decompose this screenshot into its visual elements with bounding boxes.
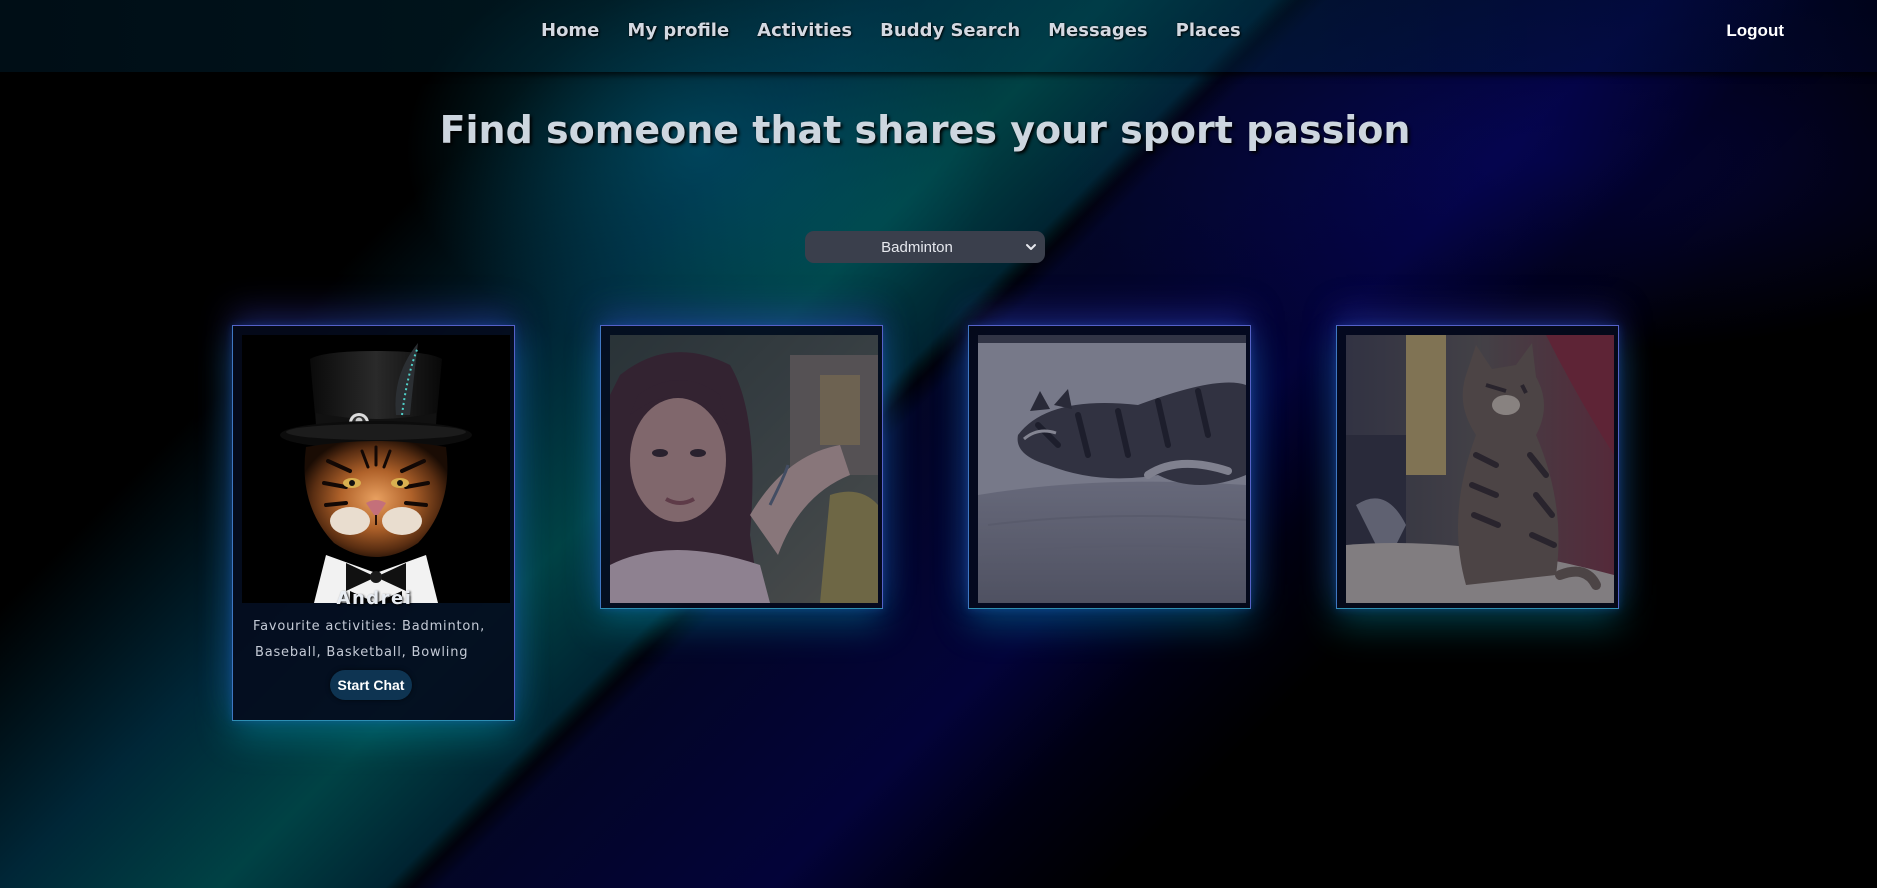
sleeping-cat-image — [978, 335, 1246, 603]
top-navigation-bar: Home My profile Activities Buddy Search … — [0, 0, 1877, 72]
buddy-photo — [610, 335, 878, 603]
sitting-cat-image — [1346, 335, 1614, 603]
buddy-photo — [1346, 335, 1614, 603]
sport-select[interactable]: Badminton — [805, 231, 1045, 263]
page-title: Find someone that shares your sport pass… — [439, 108, 1411, 152]
buddy-card[interactable] — [968, 325, 1251, 609]
buddy-favourite-activities: Favourite activities: Badminton, Basebal… — [253, 619, 486, 660]
nav-messages[interactable]: Messages — [1034, 16, 1162, 45]
nav-places[interactable]: Places — [1162, 16, 1255, 45]
buddy-card[interactable] — [1336, 325, 1619, 609]
buddy-photo — [978, 335, 1246, 603]
nav-buddy-search[interactable]: Buddy Search — [866, 16, 1034, 45]
nav-activities[interactable]: Activities — [743, 16, 866, 45]
tiger-avatar-image — [242, 335, 510, 603]
buddy-name: Andrei — [336, 588, 413, 609]
sport-filter: Badminton — [805, 231, 1045, 263]
logout-link[interactable]: Logout — [1726, 21, 1784, 41]
buddy-search-page: Home My profile Activities Buddy Search … — [0, 0, 1877, 888]
buddy-card-andrei[interactable]: Andrei Favourite activities: Badminton, … — [232, 325, 515, 721]
woman-photo-image — [610, 335, 878, 603]
buddy-card[interactable] — [600, 325, 883, 609]
chevron-down-icon[interactable] — [1024, 240, 1038, 254]
main-nav: Home My profile Activities Buddy Search … — [527, 16, 1255, 45]
buddy-photo — [242, 335, 510, 603]
nav-home[interactable]: Home — [527, 16, 613, 45]
nav-my-profile[interactable]: My profile — [613, 16, 743, 45]
start-chat-button[interactable]: Start Chat — [330, 670, 412, 700]
